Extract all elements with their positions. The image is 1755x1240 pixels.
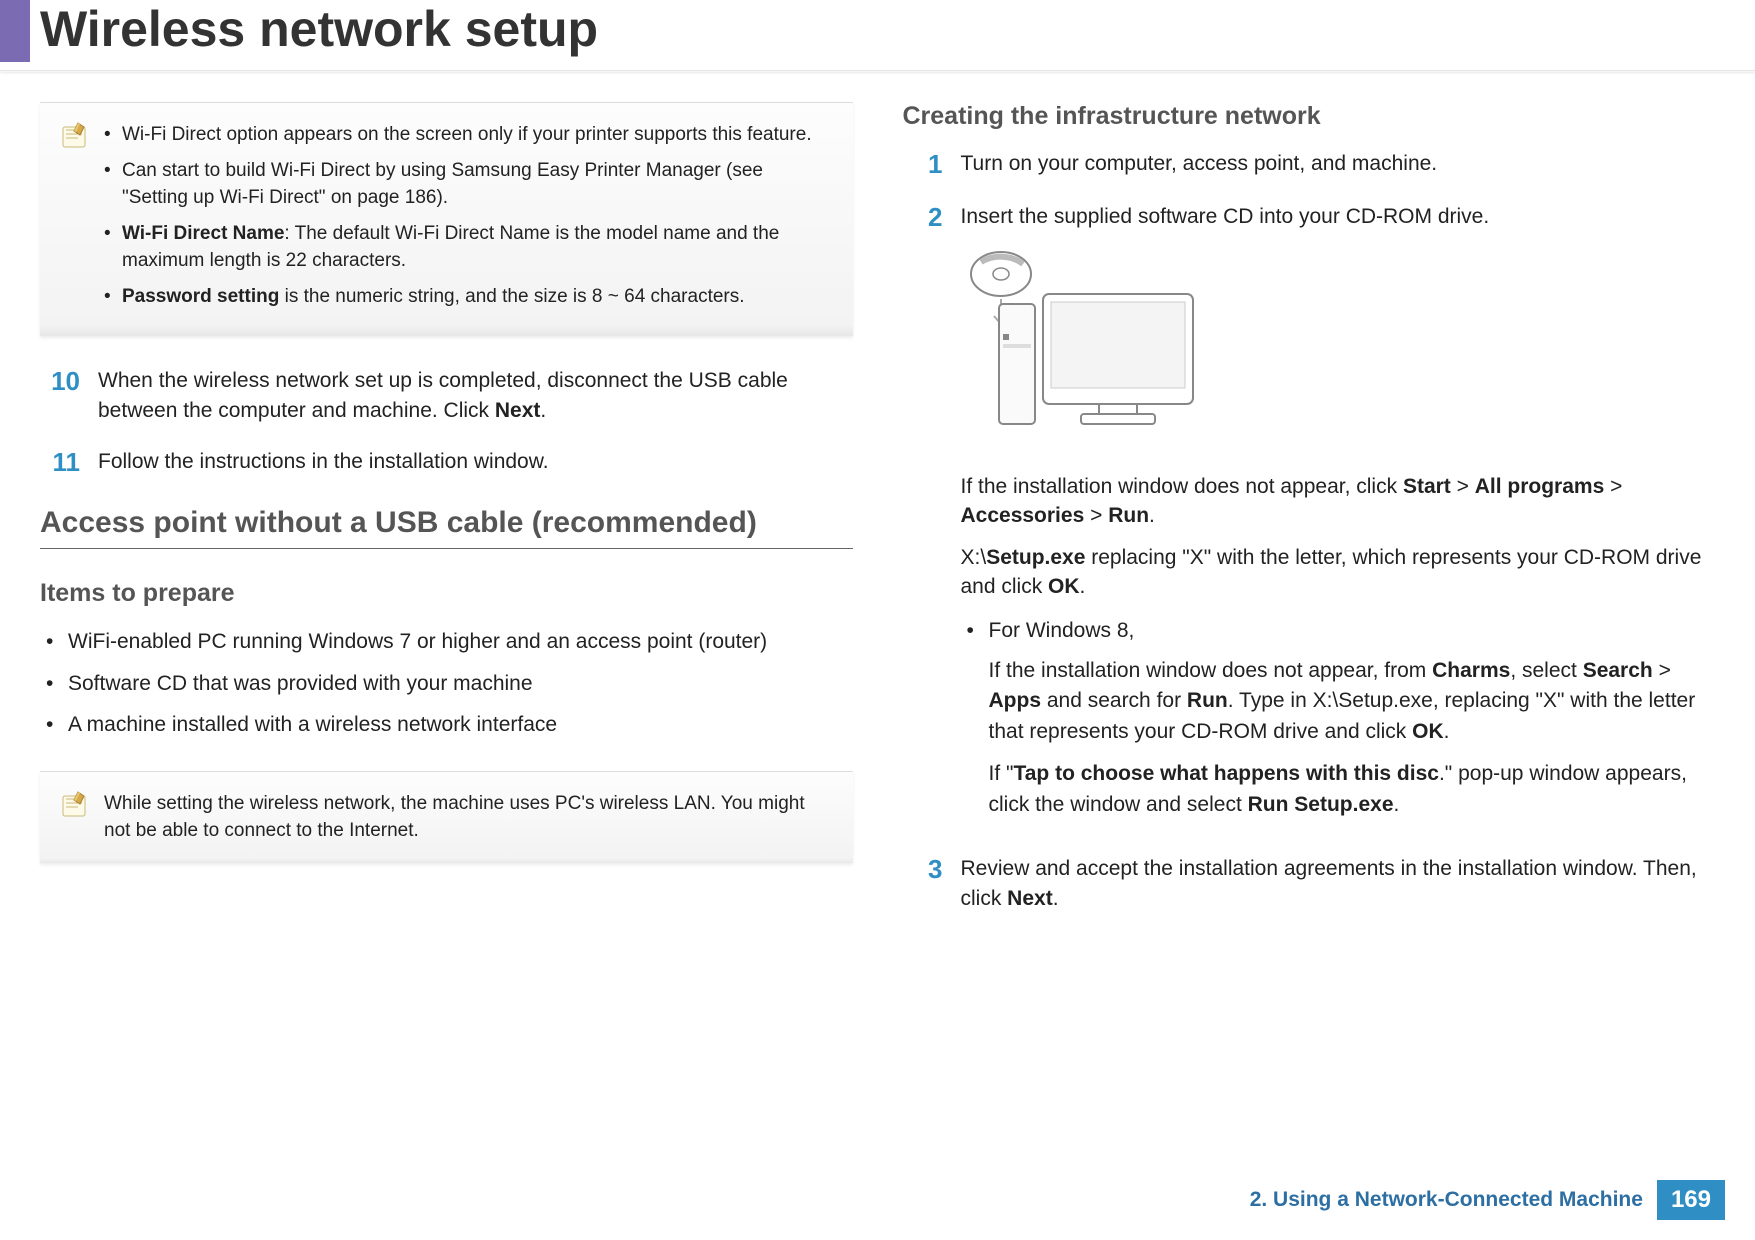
note-body: Wi-Fi Direct option appears on the scree…	[104, 121, 833, 318]
step-number: 11	[40, 447, 80, 478]
step-1: 1 Turn on your computer, access point, a…	[903, 149, 1716, 180]
prepare-list: WiFi-enabled PC running Windows 7 or hig…	[40, 626, 853, 741]
right-column: Creating the infrastructure network 1 Tu…	[903, 102, 1716, 935]
step-text: Review and accept the installation agree…	[961, 854, 1716, 913]
note-body: While setting the wireless network, the …	[104, 790, 833, 845]
step2-sub2: If "Tap to choose what happens with this…	[961, 759, 1716, 820]
note-box-wireless-lan: While setting the wireless network, the …	[40, 771, 853, 863]
step2-p1: Insert the supplied software CD into you…	[961, 202, 1716, 231]
left-column: Wi-Fi Direct option appears on the scree…	[40, 102, 853, 935]
step-text: When the wireless network set up is comp…	[98, 366, 853, 425]
cd-computer-illustration	[961, 244, 1716, 452]
note-item: Wi-Fi Direct Name: The default Wi-Fi Dir…	[104, 220, 833, 275]
section-heading-access-point: Access point without a USB cable (recomm…	[40, 506, 853, 549]
step2-p3: X:\Setup.exe replacing "X" with the lett…	[961, 543, 1716, 602]
note-item: Password setting is the numeric string, …	[104, 283, 833, 311]
step-text: Insert the supplied software CD into you…	[961, 202, 1716, 832]
list-item: WiFi-enabled PC running Windows 7 or hig…	[40, 626, 853, 658]
footer: 2. Using a Network-Connected Machine 169	[1250, 1180, 1725, 1220]
step-number: 10	[40, 366, 80, 425]
page-number: 169	[1657, 1180, 1725, 1220]
header-accent-tab	[0, 0, 30, 62]
step2-sub1: If the installation window does not appe…	[961, 656, 1716, 747]
subheading-creating-infrastructure: Creating the infrastructure network	[903, 102, 1716, 131]
note-item: Can start to build Wi-Fi Direct by using…	[104, 157, 833, 212]
step2-p2: If the installation window does not appe…	[961, 472, 1716, 531]
step-2: 2 Insert the supplied software CD into y…	[903, 202, 1716, 832]
step-11: 11 Follow the instructions in the instal…	[40, 447, 853, 478]
note-box-wifi-direct: Wi-Fi Direct option appears on the scree…	[40, 102, 853, 336]
step-text: Turn on your computer, access point, and…	[961, 149, 1716, 180]
footer-chapter: 2. Using a Network-Connected Machine	[1250, 1188, 1643, 1212]
note-item: Wi-Fi Direct option appears on the scree…	[104, 121, 833, 149]
subheading-items-to-prepare: Items to prepare	[40, 579, 853, 608]
step-3: 3 Review and accept the installation agr…	[903, 854, 1716, 913]
step-number: 3	[903, 854, 943, 913]
note-icon	[60, 121, 90, 151]
list-item: Software CD that was provided with your …	[40, 668, 853, 700]
step-number: 2	[903, 202, 943, 832]
step-10: 10 When the wireless network set up is c…	[40, 366, 853, 425]
note-icon	[60, 790, 90, 820]
header: Wireless network setup	[0, 0, 1755, 62]
step2-bullet-win8: For Windows 8,	[961, 616, 1716, 646]
list-item: A machine installed with a wireless netw…	[40, 709, 853, 741]
page-title: Wireless network setup	[30, 2, 598, 57]
step-text: Follow the instructions in the installat…	[98, 447, 853, 478]
content-area: Wi-Fi Direct option appears on the scree…	[0, 72, 1755, 935]
step-number: 1	[903, 149, 943, 180]
